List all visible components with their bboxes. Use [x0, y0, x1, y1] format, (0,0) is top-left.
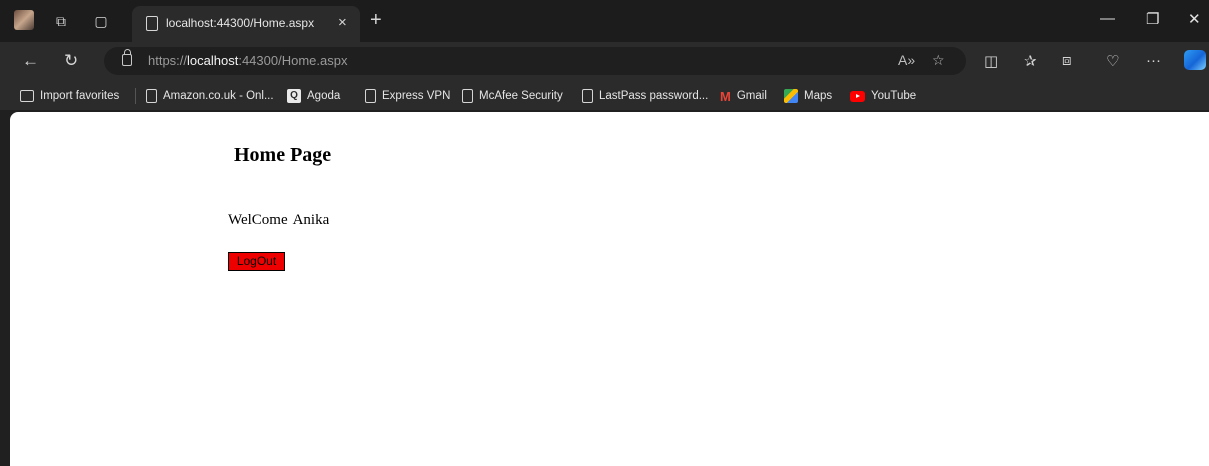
favorite-gmail[interactable]: M Gmail: [720, 88, 767, 104]
back-arrow-icon[interactable]: ←: [22, 51, 39, 71]
active-tab[interactable]: localhost:44300/Home.aspx ×: [132, 6, 360, 42]
favorites-bar: Import favorites Amazon.co.uk - Onl... Q…: [0, 80, 1209, 110]
browser-essentials-icon[interactable]: ♡: [1106, 52, 1119, 70]
page-icon: [462, 89, 473, 103]
split-screen-icon[interactable]: ◫: [984, 52, 998, 70]
logout-button[interactable]: LogOut: [228, 252, 285, 271]
favorite-label: Import favorites: [40, 90, 120, 102]
url-path: :44300/Home.aspx: [238, 53, 348, 68]
url-text[interactable]: https://localhost:44300/Home.aspx: [148, 53, 347, 68]
page-title: Home Page: [234, 144, 332, 166]
favorite-amazon[interactable]: Amazon.co.uk - Onl...: [146, 88, 274, 104]
address-bar[interactable]: https://localhost:44300/Home.aspx A» ☆: [104, 47, 966, 75]
tab-actions-icon[interactable]: ▢: [92, 12, 110, 30]
favorite-import[interactable]: Import favorites: [20, 88, 119, 104]
refresh-icon[interactable]: ↻: [64, 51, 78, 71]
tab-title: localhost:44300/Home.aspx: [166, 16, 315, 30]
tab-bar: ⧉ ▢ localhost:44300/Home.aspx × + — ❐ ✕: [0, 0, 1209, 42]
page-icon: [365, 89, 376, 103]
new-tab-button[interactable]: +: [370, 9, 382, 32]
favorites-divider: [135, 88, 136, 104]
page-icon: [582, 89, 593, 103]
more-options-icon[interactable]: ···: [1146, 52, 1161, 69]
favorite-label: Express VPN: [382, 90, 451, 102]
favorite-label: Amazon.co.uk - Onl...: [163, 90, 274, 102]
gmail-icon: M: [720, 88, 731, 104]
favorite-label: McAfee Security: [479, 90, 563, 102]
page-icon: [146, 89, 157, 103]
favorite-youtube[interactable]: YouTube: [850, 88, 916, 104]
read-aloud-icon[interactable]: A»: [898, 52, 915, 68]
minimize-button[interactable]: —: [1100, 10, 1115, 27]
tab-close-icon[interactable]: ×: [338, 14, 347, 31]
browser-window: ⧉ ▢ localhost:44300/Home.aspx × + — ❐ ✕ …: [0, 0, 1209, 466]
maps-icon: [784, 89, 798, 103]
navigation-bar: ← ↻ https://localhost:44300/Home.aspx A»…: [0, 42, 1209, 80]
user-name: Anika: [292, 212, 330, 228]
favorite-label: Agoda: [307, 90, 341, 102]
page-icon: [146, 16, 158, 31]
lock-icon[interactable]: [122, 49, 132, 66]
favorite-label: YouTube: [871, 90, 917, 102]
favorite-label: Gmail: [736, 90, 767, 102]
welcome-text: WelCome: [228, 212, 288, 228]
workspaces-icon[interactable]: ⧉: [52, 12, 70, 30]
url-host: localhost: [187, 53, 239, 68]
profile-avatar[interactable]: [14, 10, 34, 30]
url-scheme: https://: [148, 53, 188, 68]
close-window-button[interactable]: ✕: [1188, 10, 1201, 28]
copilot-icon[interactable]: [1184, 50, 1206, 70]
agoda-icon: Q: [287, 89, 301, 103]
collections-icon[interactable]: ⧈: [1062, 52, 1072, 69]
favorite-star-icon[interactable]: ☆: [932, 52, 945, 69]
favorite-label: LastPass password...: [599, 90, 709, 102]
welcome-message: WelCome Anika: [228, 212, 329, 229]
page-viewport: Home Page WelCome Anika LogOut: [10, 112, 1209, 466]
restore-button[interactable]: ❐: [1146, 10, 1159, 28]
youtube-icon: [850, 90, 865, 102]
import-icon: [20, 90, 34, 102]
favorite-agoda[interactable]: Q Agoda: [287, 88, 340, 104]
favorite-mcafee[interactable]: McAfee Security: [462, 88, 563, 104]
favorite-lastpass[interactable]: LastPass password...: [582, 88, 708, 104]
favorite-label: Maps: [804, 90, 833, 102]
favorite-maps[interactable]: Maps: [784, 88, 832, 104]
favorite-expressvpn[interactable]: Express VPN: [365, 88, 450, 104]
favorites-icon[interactable]: ✰: [1024, 52, 1037, 70]
